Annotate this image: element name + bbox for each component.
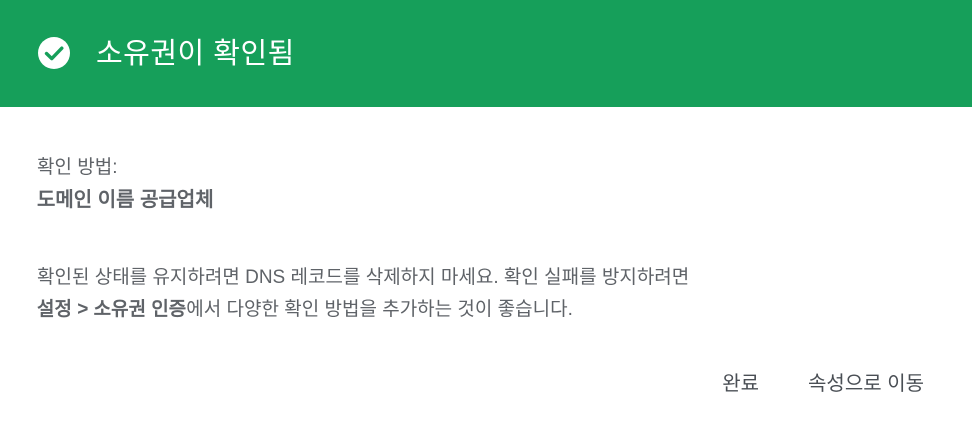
check-circle-icon — [38, 37, 70, 69]
notice-text-line2: 에서 다양한 확인 방법을 추가하는 것이 좋습니다. — [186, 299, 573, 320]
dialog-title: 소유권이 확인됨 — [96, 38, 295, 70]
notice-text-line1: 확인된 상태를 유지하려면 DNS 레코드를 삭제하지 마세요. 확인 실패를 … — [37, 267, 690, 288]
verification-method-value: 도메인 이름 공급업체 — [37, 189, 214, 211]
dns-notice: 확인된 상태를 유지하려면 DNS 레코드를 삭제하지 마세요. 확인 실패를 … — [37, 262, 937, 326]
done-button[interactable]: 완료 — [722, 370, 759, 398]
dialog-actions: 완료 속성으로 이동 — [722, 370, 924, 398]
go-to-property-button[interactable]: 속성으로 이동 — [808, 370, 924, 398]
dialog-header: 소유권이 확인됨 — [0, 0, 972, 107]
settings-ownership-link: 설정 > 소유권 인증 — [37, 299, 187, 320]
verification-method-label: 확인 방법: — [37, 157, 118, 178]
verification-dialog: 소유권이 확인됨 확인 방법: 도메인 이름 공급업체 확인된 상태를 유지하려… — [0, 0, 972, 438]
